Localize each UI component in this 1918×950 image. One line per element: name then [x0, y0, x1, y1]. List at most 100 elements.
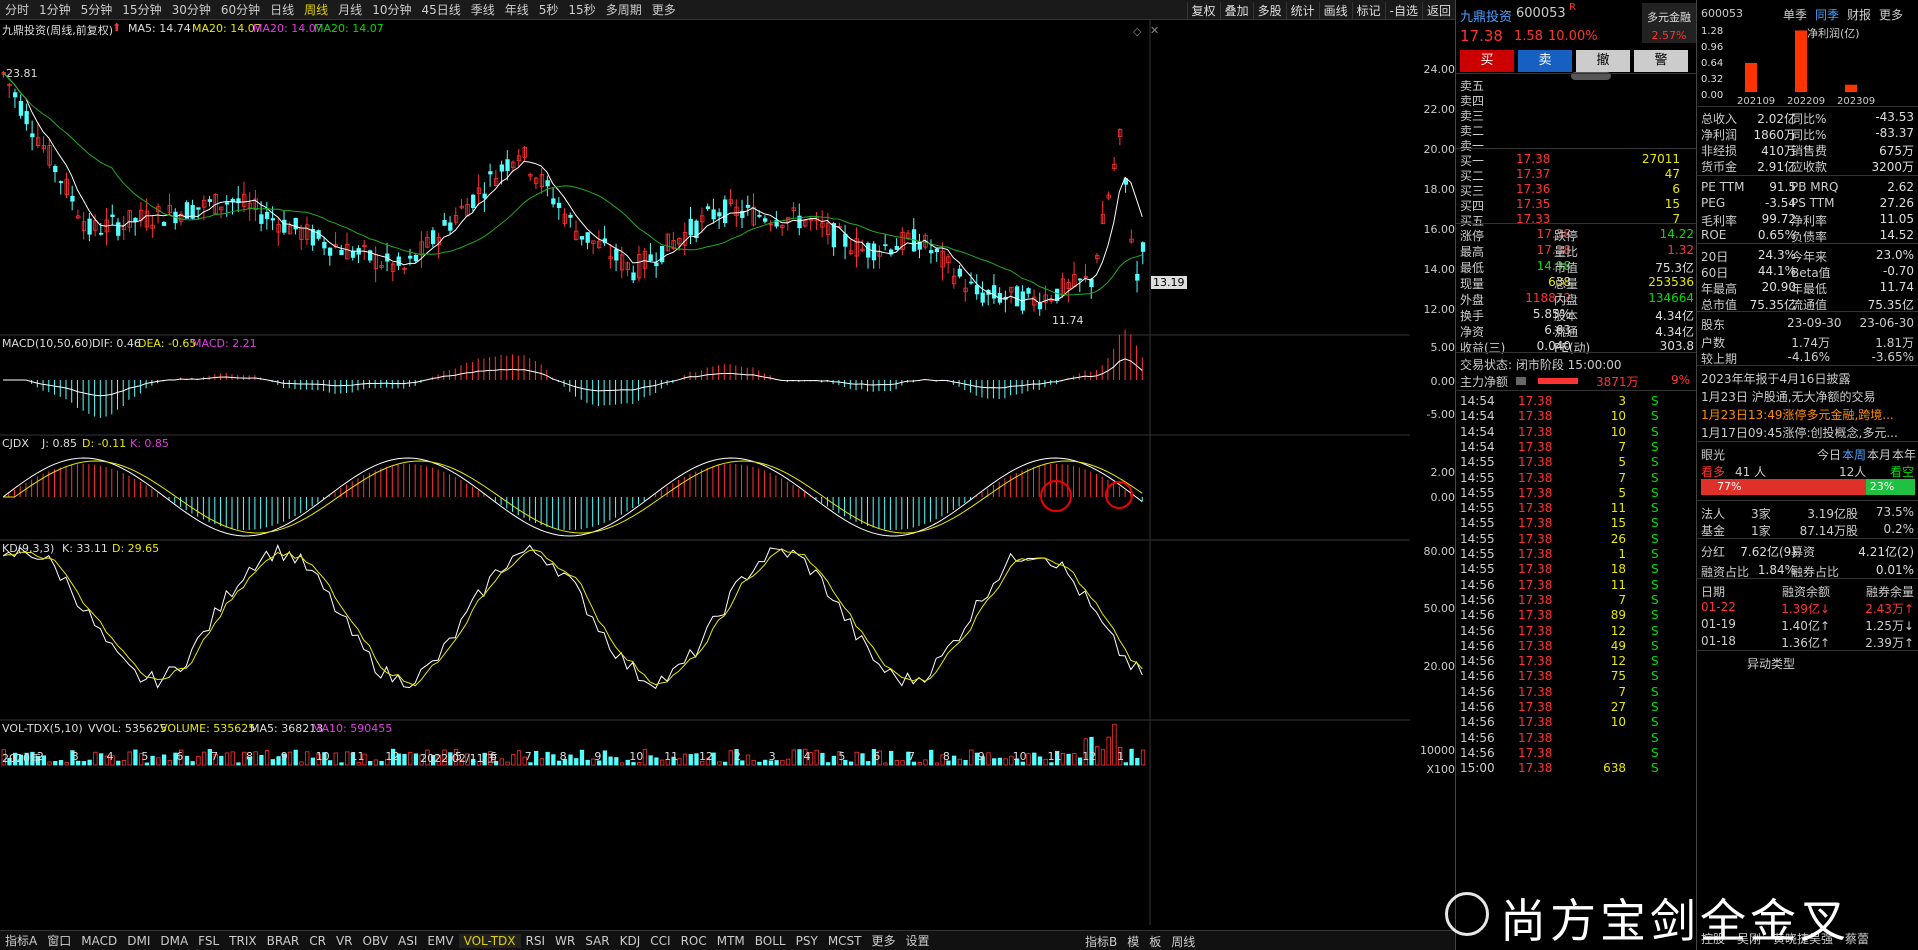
- indicator-tab[interactable]: SAR: [580, 934, 614, 948]
- volume-bar: [305, 751, 310, 766]
- period-tab[interactable]: 月线: [333, 1, 367, 18]
- indicator-tab[interactable]: BRAR: [262, 934, 305, 948]
- volume-bar: [402, 753, 407, 766]
- news-item[interactable]: 2023年年报于4月16日披露: [1697, 368, 1918, 387]
- quote-stat: 253536: [1648, 275, 1694, 289]
- chart-tool-button[interactable]: 统计: [1285, 1, 1319, 19]
- sector-name: 多元金融: [1647, 11, 1691, 24]
- indicator-tab[interactable]: MACD: [76, 934, 122, 948]
- indicator-tab-right[interactable]: 板: [1149, 935, 1161, 949]
- indicator-tab[interactable]: 设置: [901, 932, 935, 949]
- fin-tab[interactable]: 同季: [1815, 8, 1839, 22]
- indicator-tab-right[interactable]: 周线: [1171, 935, 1195, 949]
- period-tab[interactable]: 45日线: [416, 1, 465, 18]
- date-axis-label: 2: [733, 750, 741, 763]
- indicator-tab[interactable]: TRIX: [224, 934, 261, 948]
- kline-chart[interactable]: [0, 20, 1410, 925]
- indicator-tab[interactable]: CCI: [645, 934, 675, 948]
- indicator-tab[interactable]: RSI: [521, 934, 551, 948]
- period-tab[interactable]: 15秒: [563, 1, 600, 18]
- fin-tab[interactable]: 财报: [1847, 8, 1871, 22]
- indicator-tab[interactable]: 窗口: [42, 932, 76, 949]
- period-tab[interactable]: 周线: [299, 1, 333, 18]
- news-item[interactable]: 1月17日09:45涨停:创投概念,多元...: [1697, 422, 1918, 441]
- fin-tab[interactable]: 单季: [1783, 8, 1807, 22]
- sell-button[interactable]: 卖: [1518, 50, 1572, 72]
- anomaly-title: 异动类型: [1747, 657, 1796, 671]
- macd-dif-line: [3, 358, 1143, 397]
- period-tab[interactable]: 1分钟: [34, 1, 76, 18]
- candle-body: [568, 214, 573, 218]
- chart-tool-button[interactable]: 叠加: [1219, 1, 1253, 19]
- indicator-tab[interactable]: EMV: [422, 934, 458, 948]
- indicator-tab[interactable]: MTM: [712, 934, 750, 948]
- period-tab[interactable]: 5分钟: [76, 1, 118, 18]
- period-tab[interactable]: 年线: [500, 1, 534, 18]
- price-axis-label: 22.00: [1423, 103, 1456, 116]
- indicator-tab[interactable]: MCST: [823, 934, 867, 948]
- candle-body: [992, 285, 997, 299]
- indicator-tab-right[interactable]: 模: [1127, 935, 1139, 949]
- sector-tag[interactable]: 多元金融 2.57%: [1642, 3, 1696, 43]
- candle-body: [614, 248, 619, 261]
- candle-body: [722, 199, 728, 224]
- period-tab[interactable]: 60分钟: [216, 1, 265, 18]
- fin-tab[interactable]: 更多: [1879, 8, 1903, 22]
- chart-tool-button[interactable]: 复权: [1186, 1, 1220, 19]
- indicator-tab[interactable]: OBV: [358, 934, 394, 948]
- volume-bar: [58, 760, 64, 766]
- news-item[interactable]: 1月23日13:49涨停多元金融,跨境...: [1697, 404, 1918, 423]
- candle-body: [831, 223, 837, 248]
- period-tab[interactable]: 日线: [265, 1, 299, 18]
- indicator-tab[interactable]: DMA: [155, 934, 193, 948]
- volume-bar: [367, 760, 373, 766]
- profit-bar: [1845, 84, 1857, 92]
- period-tab[interactable]: 分时: [0, 1, 34, 18]
- period-tab[interactable]: 15分钟: [117, 1, 166, 18]
- indicator-tab-right[interactable]: 指标B: [1085, 935, 1117, 949]
- candle-body: [866, 243, 871, 258]
- date-axis-label: 6: [873, 750, 881, 763]
- last-price: 17.38: [1460, 27, 1503, 45]
- buy-button[interactable]: 买: [1460, 50, 1514, 72]
- indicator-tab[interactable]: 指标A: [0, 932, 42, 949]
- chart-tool-button[interactable]: 标记: [1351, 1, 1385, 19]
- chart-tool-button[interactable]: 多股: [1252, 1, 1286, 19]
- period-tab[interactable]: 多周期: [601, 1, 647, 18]
- volume-bar: [196, 756, 201, 766]
- volume-bar: [654, 757, 659, 766]
- date-axis-label: 8: [942, 750, 950, 763]
- indicator-tab[interactable]: DMI: [122, 934, 155, 948]
- indicator-tab[interactable]: ASI: [393, 934, 422, 948]
- news-item[interactable]: 1月23日 沪股通,无大净额的交易: [1697, 386, 1918, 405]
- chart-tool-button[interactable]: 画线: [1318, 1, 1352, 19]
- chart-tool-button[interactable]: 返回: [1421, 1, 1455, 19]
- chart-tool-button[interactable]: -自选: [1384, 1, 1422, 19]
- volume-bar: [167, 759, 172, 766]
- candle-body: [488, 171, 493, 175]
- volume-bar: [121, 760, 127, 766]
- indicator-tab[interactable]: BOLL: [750, 934, 791, 948]
- indicator-tab[interactable]: WR: [550, 934, 580, 948]
- period-tab[interactable]: 5秒: [534, 1, 564, 18]
- volume-bar: [614, 757, 619, 766]
- period-tab[interactable]: 10分钟: [367, 1, 416, 18]
- indicator-tab[interactable]: PSY: [791, 934, 823, 948]
- indicator-tab[interactable]: VR: [331, 934, 358, 948]
- candle-body: [934, 248, 940, 252]
- indicator-tab[interactable]: KDJ: [615, 934, 646, 948]
- alert-button[interactable]: 警: [1634, 50, 1688, 72]
- volume-bar: [642, 748, 648, 766]
- volume-bar: [144, 762, 150, 766]
- indicator-tab[interactable]: FSL: [193, 934, 224, 948]
- indicator-tab[interactable]: 更多: [867, 932, 901, 949]
- indicator-tab[interactable]: VOL-TDX: [458, 933, 521, 948]
- period-tab[interactable]: 季线: [466, 1, 500, 18]
- cancel-order-button[interactable]: 撤: [1576, 50, 1630, 72]
- indicator-tab[interactable]: ROC: [676, 934, 712, 948]
- volume-bar: [1140, 749, 1146, 766]
- indicator-tab[interactable]: CR: [304, 934, 331, 948]
- period-tab[interactable]: 更多: [647, 1, 681, 18]
- period-tab[interactable]: 30分钟: [167, 1, 216, 18]
- bid-price: 17.35: [1516, 197, 1551, 211]
